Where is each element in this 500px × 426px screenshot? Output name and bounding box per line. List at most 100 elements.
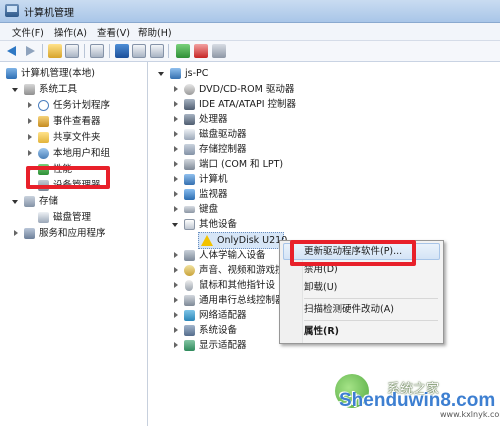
menu-separator: [304, 298, 438, 299]
properties-icon[interactable]: [132, 44, 146, 58]
menu-item-update-driver[interactable]: 更新驱动程序软件(P)...: [304, 244, 402, 259]
tree-item-disk-management[interactable]: 磁盘管理: [26, 210, 146, 225]
collapse-arrow-icon[interactable]: [172, 223, 178, 227]
collapse-arrow-icon[interactable]: [158, 72, 164, 76]
menu-separator: [304, 320, 438, 321]
back-arrow-icon[interactable]: [6, 44, 20, 58]
clock-icon: [38, 100, 49, 111]
export-list-icon[interactable]: [90, 44, 104, 58]
tree-item-task-scheduler[interactable]: 任务计划程序: [26, 98, 146, 113]
menu-item-scan-hardware[interactable]: 扫描检测硬件改动(A): [304, 302, 394, 317]
device-category[interactable]: IDE ATA/ATAPI 控制器: [172, 97, 372, 112]
expand-arrow-icon[interactable]: [174, 146, 178, 152]
tree-item-system-tools[interactable]: 系统工具: [12, 82, 146, 97]
warning-icon: [201, 235, 213, 246]
watermark-domain: Shenduwin8.com: [339, 390, 496, 411]
device-root[interactable]: js-PC: [158, 66, 358, 81]
tree-item-local-users[interactable]: 本地用户和组: [26, 146, 146, 161]
tree-label: 共享文件夹: [53, 132, 101, 143]
tree-item-services-apps[interactable]: 服务和应用程序: [12, 226, 146, 241]
expand-arrow-icon[interactable]: [174, 282, 178, 288]
expand-arrow-icon[interactable]: [28, 102, 32, 108]
device-onlydisk[interactable]: OnlyDisk U210: [198, 232, 288, 249]
collapse-arrow-icon[interactable]: [12, 200, 18, 204]
disk-drive-icon: [184, 129, 195, 140]
collapse-arrow-icon[interactable]: [12, 88, 18, 92]
expand-arrow-icon[interactable]: [28, 166, 32, 172]
computer-management-window: 计算机管理 文件(F) 操作(A) 查看(V) 帮助(H) 计算机管理(本地): [0, 0, 500, 426]
disable-icon[interactable]: [212, 44, 226, 58]
tree-label: 其他设备: [199, 219, 238, 230]
expand-arrow-icon[interactable]: [174, 191, 178, 197]
menu-item-uninstall[interactable]: 卸载(U): [304, 280, 337, 295]
tree-item-device-manager[interactable]: 设备管理器: [26, 178, 146, 193]
device-category[interactable]: 存储控制器: [172, 142, 372, 157]
storage-controller-icon: [184, 144, 195, 155]
tree-label: 存储: [39, 196, 59, 207]
tree-item-shared-folders[interactable]: 共享文件夹: [26, 130, 146, 145]
device-category[interactable]: DVD/CD-ROM 驱动器: [172, 82, 372, 97]
menu-item-properties[interactable]: 属性(R): [304, 324, 339, 339]
tree-item-storage[interactable]: 存储: [12, 194, 146, 209]
tree-label: 处理器: [199, 114, 228, 125]
dvd-drive-icon: [184, 84, 195, 95]
expand-arrow-icon[interactable]: [174, 267, 178, 273]
toolbar-separator: [84, 44, 85, 58]
up-folder-icon[interactable]: [48, 44, 62, 58]
expand-arrow-icon[interactable]: [174, 297, 178, 303]
expand-arrow-icon[interactable]: [174, 327, 178, 333]
tree-item-performance[interactable]: 性能: [26, 162, 146, 177]
device-category[interactable]: 键盘: [172, 202, 372, 217]
device-category[interactable]: 监视器: [172, 187, 372, 202]
menu-file[interactable]: 文件(F): [12, 25, 44, 39]
port-icon: [184, 159, 195, 170]
device-category[interactable]: 磁盘驱动器: [172, 127, 372, 142]
forward-arrow-icon[interactable]: [23, 44, 37, 58]
menu-action[interactable]: 操作(A): [54, 25, 87, 39]
expand-arrow-icon[interactable]: [174, 252, 178, 258]
uninstall-icon[interactable]: [194, 44, 208, 58]
expand-arrow-icon[interactable]: [174, 342, 178, 348]
tree-label: 本地用户和组: [53, 148, 111, 159]
tree-label: DVD/CD-ROM 驱动器: [199, 84, 295, 95]
tree-item-root[interactable]: 计算机管理(本地): [6, 66, 146, 81]
device-category-other[interactable]: 其他设备: [172, 217, 372, 232]
device-category[interactable]: 端口 (COM 和 LPT): [172, 157, 372, 172]
tree-label: js-PC: [185, 68, 209, 79]
tree-label: 声音、视频和游戏控: [199, 265, 285, 276]
watermark-url: www.kxlnyk.com: [440, 410, 500, 419]
processor-icon: [184, 114, 195, 125]
computer-management-icon: [5, 4, 19, 17]
show-hide-tree-icon[interactable]: [65, 44, 79, 58]
expand-arrow-icon[interactable]: [14, 230, 18, 236]
menu-bar: 文件(F) 操作(A) 查看(V) 帮助(H): [0, 23, 500, 41]
tree-label: 人体学输入设备: [199, 250, 266, 261]
menu-view[interactable]: 查看(V): [97, 25, 130, 39]
computer-management-icon: [6, 68, 17, 79]
other-devices-icon: [184, 219, 195, 230]
expand-arrow-icon[interactable]: [174, 101, 178, 107]
keyboard-icon: [184, 206, 195, 213]
scan-hardware-icon[interactable]: [176, 44, 190, 58]
menu-item-disable[interactable]: 禁用(D): [304, 262, 338, 277]
menu-help[interactable]: 帮助(H): [138, 25, 172, 39]
view-icon[interactable]: [150, 44, 164, 58]
tree-label: 显示适配器: [199, 340, 247, 351]
expand-arrow-icon[interactable]: [28, 134, 32, 140]
expand-arrow-icon[interactable]: [174, 312, 178, 318]
expand-arrow-icon[interactable]: [174, 131, 178, 137]
expand-arrow-icon[interactable]: [174, 176, 178, 182]
expand-arrow-icon[interactable]: [28, 150, 32, 156]
device-category[interactable]: 计算机: [172, 172, 372, 187]
expand-arrow-icon[interactable]: [174, 116, 178, 122]
help-icon[interactable]: [115, 44, 129, 58]
expand-arrow-icon[interactable]: [28, 118, 32, 124]
device-category[interactable]: 处理器: [172, 112, 372, 127]
tree-item-event-viewer[interactable]: 事件查看器: [26, 114, 146, 129]
tree-label: OnlyDisk U210: [217, 235, 288, 246]
expand-arrow-icon[interactable]: [174, 161, 178, 167]
expand-arrow-icon[interactable]: [174, 86, 178, 92]
tree-label: 磁盘驱动器: [199, 129, 247, 140]
title-bar[interactable]: 计算机管理: [0, 0, 500, 23]
expand-arrow-icon[interactable]: [174, 206, 178, 212]
